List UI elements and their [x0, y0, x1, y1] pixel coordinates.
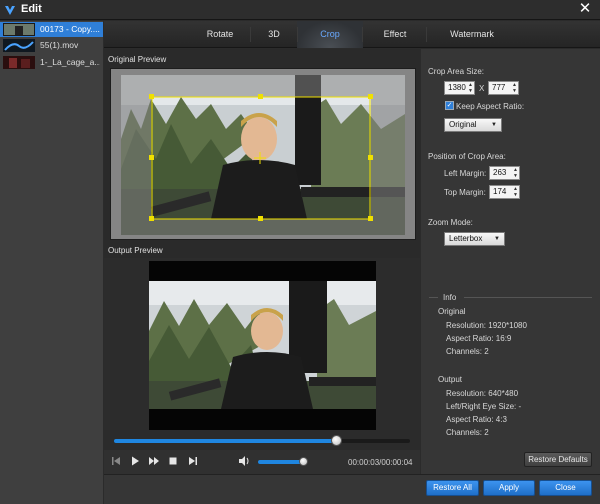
file-name: 1-_La_cage_a... [40, 57, 100, 67]
output-channels: Channels: 2 [446, 428, 489, 437]
tab-crop[interactable]: Crop [300, 21, 360, 48]
fast-forward-icon[interactable] [148, 455, 160, 467]
top-margin-label: Top Margin: [444, 188, 486, 197]
tab-watermark[interactable]: Watermark [430, 21, 514, 48]
play-icon[interactable] [129, 455, 141, 467]
stepper-arrows-icon[interactable]: ▲ ▼ [513, 186, 518, 198]
crop-width-value: 1380 [448, 83, 466, 92]
original-channels: Channels: 2 [446, 347, 489, 356]
original-preview-label: Original Preview [108, 55, 167, 64]
file-name: 00173 - Copy.... [40, 24, 100, 34]
stepper-arrows-icon[interactable]: ▲ ▼ [512, 82, 517, 94]
original-video-frame [111, 69, 415, 239]
file-list-panel [0, 21, 103, 504]
volume-icon[interactable] [238, 455, 250, 467]
tab-rotate[interactable]: Rotate [192, 21, 248, 48]
video-thumbnail [3, 23, 35, 36]
crop-width-stepper[interactable]: 1380 ▲ ▼ [444, 81, 475, 95]
stepper-arrows-icon[interactable]: ▲ ▼ [468, 82, 473, 94]
output-aspect: Aspect Ratio: 4:3 [446, 415, 507, 424]
tab-effect[interactable]: Effect [366, 21, 424, 48]
tab-divider [362, 27, 363, 42]
keep-aspect-label: Keep Aspect Ratio: [456, 102, 525, 111]
file-name: 55(1).mov [40, 40, 79, 50]
video-thumbnail [3, 39, 35, 52]
original-aspect: Aspect Ratio: 16:9 [446, 334, 512, 343]
top-margin-value: 174 [493, 187, 507, 196]
size-separator: X [479, 84, 485, 93]
aspect-ratio-dropdown[interactable]: Original ▼ [444, 118, 502, 132]
tab-divider [250, 27, 251, 42]
tab-divider [297, 27, 298, 42]
tab-divider [426, 27, 427, 42]
skip-to-start-icon[interactable] [110, 455, 122, 467]
crop-height-value: 777 [492, 83, 506, 92]
volume-handle[interactable] [299, 457, 308, 466]
chevron-down-icon: ▼ [494, 236, 500, 242]
app-icon [4, 4, 16, 16]
stepper-arrows-icon[interactable]: ▲ ▼ [513, 167, 518, 179]
output-video-frame [149, 261, 376, 431]
aspect-ratio-value: Original [449, 120, 477, 129]
file-list-item[interactable]: 00173 - Copy.... [0, 22, 103, 37]
file-list-item[interactable]: 1-_La_cage_a... [0, 55, 103, 70]
top-margin-stepper[interactable]: 174 ▲ ▼ [489, 185, 520, 199]
close-button[interactable]: Close [539, 480, 592, 496]
restore-defaults-button[interactable]: Restore Defaults [524, 452, 592, 467]
output-eye-size: Left/Right Eye Size: - [446, 402, 522, 411]
crop-area-size-label: Crop Area Size: [428, 67, 485, 76]
crop-height-stepper[interactable]: 777 ▲ ▼ [488, 81, 519, 95]
apply-button[interactable]: Apply [483, 480, 535, 496]
window-title: Edit [21, 3, 42, 15]
original-preview [110, 68, 416, 240]
video-thumbnail [3, 56, 35, 69]
output-preview-label: Output Preview [108, 246, 163, 255]
left-margin-value: 263 [493, 168, 507, 177]
tab-3d[interactable]: 3D [254, 21, 294, 48]
time-display: 00:00:03/00:00:04 [348, 458, 413, 467]
skip-to-end-icon[interactable] [187, 455, 199, 467]
original-resolution: Resolution: 1920*1080 [446, 321, 527, 330]
stop-icon[interactable] [167, 455, 179, 467]
info-original-label: Original [438, 307, 466, 316]
restore-all-button[interactable]: Restore All [426, 480, 479, 496]
title-bar [0, 0, 600, 20]
left-margin-stepper[interactable]: 263 ▲ ▼ [489, 166, 520, 180]
output-resolution: Resolution: 640*480 [446, 389, 519, 398]
zoom-mode-value: Letterbox [449, 234, 483, 243]
zoom-mode-label: Zoom Mode: [428, 218, 473, 227]
zoom-mode-dropdown[interactable]: Letterbox ▼ [444, 232, 505, 246]
keep-aspect-checkbox[interactable]: ✓ [445, 101, 454, 110]
seek-progress [114, 439, 336, 443]
chevron-down-icon: ▼ [491, 122, 497, 128]
crop-position-label: Position of Crop Area: [428, 152, 506, 161]
info-output-label: Output [438, 375, 463, 384]
volume-level [258, 460, 304, 464]
left-margin-label: Left Margin: [444, 169, 487, 178]
info-title: Info [443, 293, 457, 302]
close-icon[interactable]: ✕ [577, 1, 593, 17]
seek-handle[interactable] [331, 435, 342, 446]
file-list-item[interactable]: 55(1).mov [0, 38, 103, 53]
